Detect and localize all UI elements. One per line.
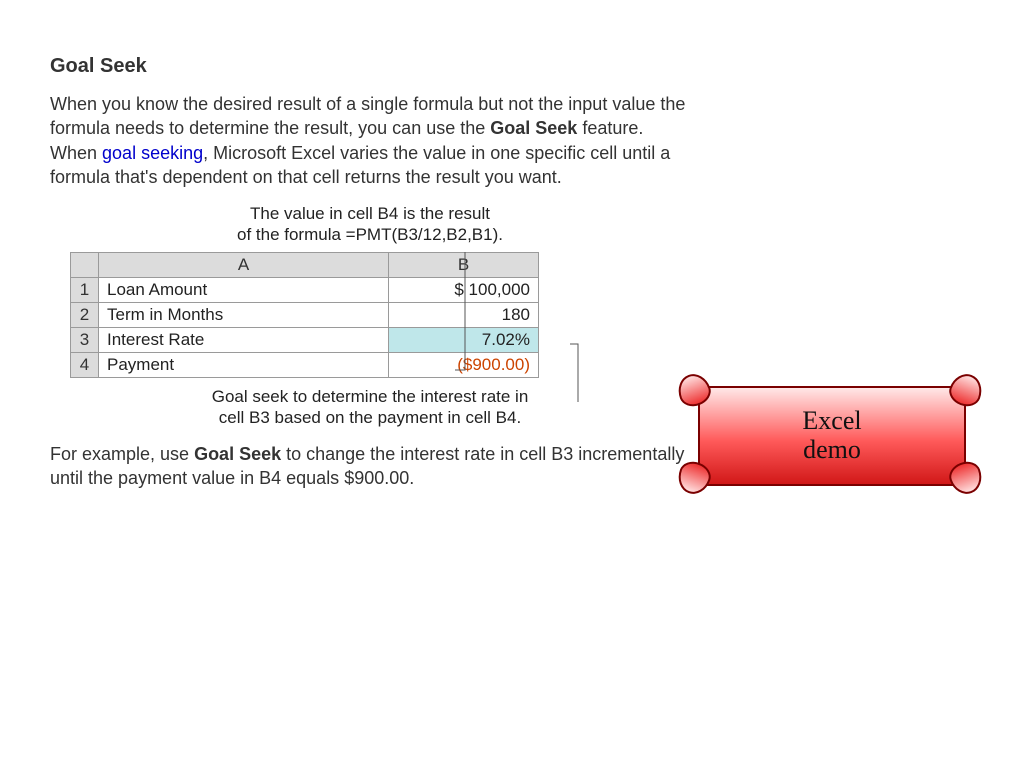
row-header: 2 (71, 302, 99, 327)
callout-bottom-line1: Goal seek to determine the interest rate… (50, 386, 690, 407)
page: Goal Seek When you know the desired resu… (0, 0, 1024, 768)
cell-a2: Term in Months (99, 302, 389, 327)
article-content: Goal Seek When you know the desired resu… (50, 55, 690, 505)
header-row: A B (71, 252, 539, 277)
table-row: 1 Loan Amount $ 100,000 (71, 277, 539, 302)
text: For example, use (50, 444, 194, 464)
callout-top-line1: The value in cell B4 is the result (50, 203, 690, 224)
spreadsheet: A B 1 Loan Amount $ 100,000 2 Term in Mo… (70, 252, 539, 378)
cell-a4: Payment (99, 352, 389, 377)
bold-goal-seek: Goal Seek (490, 118, 577, 138)
table-row: 4 Payment ($900.00) (71, 352, 539, 377)
banner-line2: demo (803, 436, 861, 465)
page-title: Goal Seek (50, 55, 690, 78)
banner-line1: Excel (802, 407, 861, 436)
intro-paragraph: When you know the desired result of a si… (50, 92, 690, 189)
example-paragraph: For example, use Goal Seek to change the… (50, 442, 690, 491)
corner-cell (71, 252, 99, 277)
cell-b3: 7.02% (389, 327, 539, 352)
table-row: 2 Term in Months 180 (71, 302, 539, 327)
cell-a3: Interest Rate (99, 327, 389, 352)
cell-b4: ($900.00) (389, 352, 539, 377)
table-row: 3 Interest Rate 7.02% (71, 327, 539, 352)
col-header-a: A (99, 252, 389, 277)
banner-panel: Excel demo (698, 386, 966, 486)
excel-demo-banner[interactable]: Excel demo (680, 380, 980, 488)
callout-bottom: Goal seek to determine the interest rate… (50, 386, 690, 429)
row-header: 4 (71, 352, 99, 377)
row-header: 3 (71, 327, 99, 352)
spreadsheet-wrap: A B 1 Loan Amount $ 100,000 2 Term in Mo… (70, 252, 600, 378)
cell-a1: Loan Amount (99, 277, 389, 302)
callout-top: The value in cell B4 is the result of th… (50, 203, 690, 246)
cell-b2: 180 (389, 302, 539, 327)
callout-bottom-line2: cell B3 based on the payment in cell B4. (50, 407, 690, 428)
bold-goal-seek-2: Goal Seek (194, 444, 281, 464)
callout-top-line2: of the formula =PMT(B3/12,B2,B1). (50, 224, 690, 245)
col-header-b: B (389, 252, 539, 277)
row-header: 1 (71, 277, 99, 302)
link-goal-seeking[interactable]: goal seeking (102, 143, 203, 163)
cell-b1: $ 100,000 (389, 277, 539, 302)
